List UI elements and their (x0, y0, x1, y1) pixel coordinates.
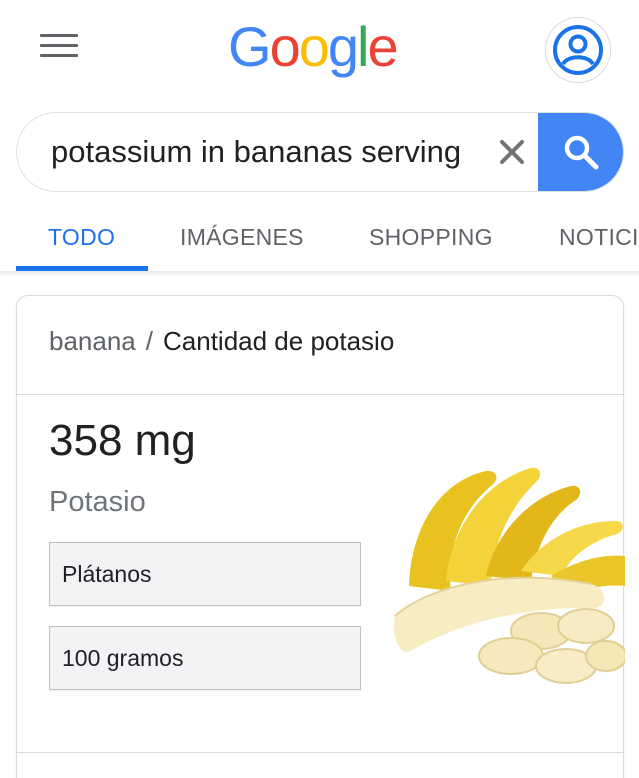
banana-image (391, 456, 625, 691)
tabs-shadow (0, 271, 639, 277)
card-divider-top (17, 394, 623, 395)
tab-todo[interactable]: TODO (48, 205, 115, 273)
google-logo[interactable]: Google (228, 12, 399, 82)
nutrition-card: banana / Cantidad de potasio 358 mg Potasi… (16, 295, 625, 778)
amount-select[interactable]: 100 gramos (49, 626, 361, 690)
account-circle-icon (553, 25, 603, 75)
search-bar: potassium in bananas serving (16, 112, 624, 192)
header: Google (0, 0, 639, 100)
clear-search-button[interactable] (491, 133, 533, 171)
tab-shopping[interactable]: SHOPPING (369, 205, 493, 273)
search-input[interactable]: potassium in bananas serving (51, 113, 481, 191)
potassium-value: 358 mg (49, 416, 196, 465)
search-tabs: TODO IMÁGENES SHOPPING NOTICI (0, 205, 639, 273)
search-button[interactable] (538, 113, 623, 191)
food-select[interactable]: Plátanos (49, 542, 361, 606)
breadcrumb-parent-link[interactable]: banana (49, 326, 136, 356)
card-divider-bottom (17, 752, 623, 753)
breadcrumb: banana / Cantidad de potasio (49, 326, 394, 357)
close-icon (500, 140, 524, 164)
breadcrumb-separator: / (145, 326, 153, 356)
tab-imagenes[interactable]: IMÁGENES (180, 205, 304, 273)
breadcrumb-current: Cantidad de potasio (163, 326, 395, 356)
account-button[interactable] (545, 17, 611, 83)
search-icon (564, 135, 599, 170)
nutrient-label: Potasio (49, 486, 146, 518)
hamburger-menu-icon[interactable] (40, 34, 78, 60)
tab-noticias[interactable]: NOTICI (559, 205, 639, 273)
